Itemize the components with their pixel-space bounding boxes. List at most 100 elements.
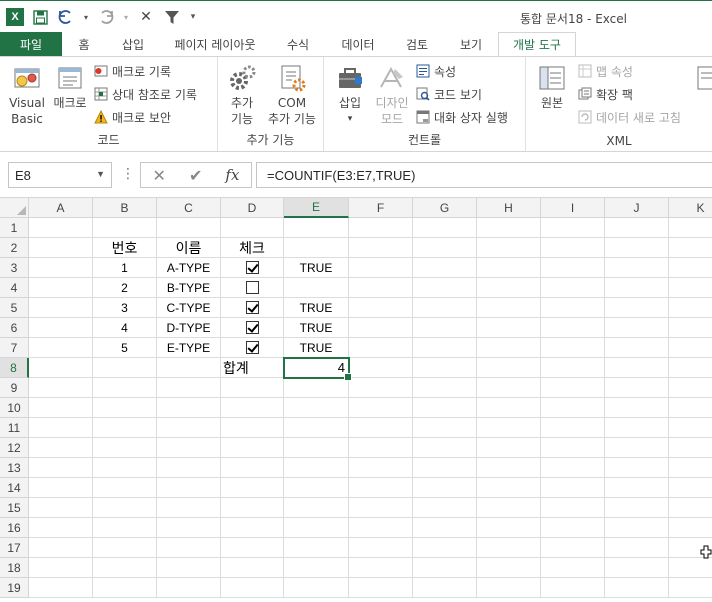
empty-cell[interactable] — [29, 358, 93, 378]
row-header-11[interactable]: 11 — [0, 418, 29, 438]
cancel-icon[interactable]: ✕ — [153, 166, 166, 185]
empty-cell[interactable] — [157, 378, 221, 398]
empty-cell[interactable] — [221, 398, 284, 418]
empty-cell[interactable] — [413, 358, 477, 378]
empty-cell[interactable] — [284, 418, 349, 438]
cell-b6[interactable]: 4 — [93, 318, 157, 338]
empty-cell[interactable] — [29, 338, 93, 358]
empty-cell[interactable] — [29, 298, 93, 318]
empty-cell[interactable] — [284, 578, 349, 598]
empty-cell[interactable] — [477, 358, 541, 378]
cell-c2-header-name[interactable]: 이름 — [157, 238, 221, 258]
empty-cell[interactable] — [605, 438, 669, 458]
view-code-button[interactable]: 코드 보기 — [416, 84, 482, 104]
empty-cell[interactable] — [605, 538, 669, 558]
empty-cell[interactable] — [413, 278, 477, 298]
empty-cell[interactable] — [605, 218, 669, 238]
refresh-data-button[interactable]: 데이터 새로 고침 — [578, 107, 681, 127]
empty-cell[interactable] — [477, 438, 541, 458]
empty-cell[interactable] — [284, 458, 349, 478]
properties-button[interactable]: 속성 — [416, 61, 456, 81]
formula-bar-grip-icon[interactable]: ⋮ — [121, 166, 135, 182]
design-mode-button[interactable]: 디자인 모드 — [372, 63, 412, 127]
cell-b5[interactable]: 3 — [93, 298, 157, 318]
empty-cell[interactable] — [413, 458, 477, 478]
cell-c7[interactable]: E-TYPE — [157, 338, 221, 358]
import-button[interactable] — [694, 63, 712, 95]
empty-cell[interactable] — [605, 318, 669, 338]
empty-cell[interactable] — [669, 418, 712, 438]
row-header-12[interactable]: 12 — [0, 438, 29, 458]
empty-cell[interactable] — [93, 418, 157, 438]
name-box[interactable]: E8 ▼ — [8, 162, 112, 188]
empty-cell[interactable] — [349, 278, 413, 298]
empty-cell[interactable] — [349, 378, 413, 398]
empty-cell[interactable] — [349, 578, 413, 598]
empty-cell[interactable] — [29, 458, 93, 478]
empty-cell[interactable] — [605, 258, 669, 278]
empty-cell[interactable] — [413, 238, 477, 258]
empty-cell[interactable] — [29, 258, 93, 278]
cell-c3[interactable]: A-TYPE — [157, 258, 221, 278]
empty-cell[interactable] — [541, 478, 605, 498]
insert-control-button[interactable]: 삽입 ▾ — [330, 63, 370, 127]
empty-cell[interactable] — [413, 378, 477, 398]
row-header-13[interactable]: 13 — [0, 458, 29, 478]
cell-b3[interactable]: 1 — [93, 258, 157, 278]
empty-cell[interactable] — [349, 338, 413, 358]
empty-cell[interactable] — [605, 518, 669, 538]
empty-cell[interactable] — [221, 418, 284, 438]
column-header-i[interactable]: I — [541, 198, 605, 218]
cell-d8-total-label[interactable]: 합계 — [221, 358, 284, 378]
empty-cell[interactable] — [349, 478, 413, 498]
empty-cell[interactable] — [157, 478, 221, 498]
empty-cell[interactable] — [477, 238, 541, 258]
empty-cell[interactable] — [29, 518, 93, 538]
column-header-a[interactable]: A — [29, 198, 93, 218]
empty-cell[interactable] — [477, 418, 541, 438]
empty-cell[interactable] — [93, 358, 157, 378]
empty-cell[interactable] — [284, 558, 349, 578]
cell-b2-header-number[interactable]: 번호 — [93, 238, 157, 258]
column-header-d[interactable]: D — [221, 198, 284, 218]
empty-cell[interactable] — [477, 518, 541, 538]
empty-cell[interactable] — [605, 338, 669, 358]
empty-cell[interactable] — [29, 278, 93, 298]
empty-cell[interactable] — [284, 238, 349, 258]
enter-check-icon[interactable]: ✔ — [189, 166, 202, 185]
empty-cell[interactable] — [477, 338, 541, 358]
empty-cell[interactable] — [157, 418, 221, 438]
column-header-k[interactable]: K — [669, 198, 712, 218]
empty-cell[interactable] — [221, 558, 284, 578]
column-header-j[interactable]: J — [605, 198, 669, 218]
empty-cell[interactable] — [477, 478, 541, 498]
empty-cell[interactable] — [349, 558, 413, 578]
tab-developer[interactable]: 개발 도구 — [498, 32, 576, 57]
empty-cell[interactable] — [93, 478, 157, 498]
cell-d7[interactable] — [221, 338, 284, 358]
empty-cell[interactable] — [541, 418, 605, 438]
addins-button[interactable]: 추가 기능 — [222, 63, 262, 127]
cell-d5[interactable] — [221, 298, 284, 318]
cell-d6[interactable] — [221, 318, 284, 338]
empty-cell[interactable] — [669, 338, 712, 358]
empty-cell[interactable] — [605, 458, 669, 478]
empty-cell[interactable] — [349, 258, 413, 278]
empty-cell[interactable] — [541, 238, 605, 258]
macro-security-button[interactable]: 매크로 보안 — [94, 107, 171, 127]
empty-cell[interactable] — [29, 478, 93, 498]
row-header-17[interactable]: 17 — [0, 538, 29, 558]
cell-d2-header-check[interactable]: 체크 — [221, 238, 284, 258]
row-header-1[interactable]: 1 — [0, 218, 29, 238]
empty-cell[interactable] — [605, 238, 669, 258]
cell-e4[interactable] — [284, 278, 349, 298]
empty-cell[interactable] — [669, 298, 712, 318]
empty-cell[interactable] — [284, 218, 349, 238]
com-addins-button[interactable]: COM 추가 기능 — [264, 63, 320, 127]
empty-cell[interactable] — [29, 218, 93, 238]
empty-cell[interactable] — [541, 218, 605, 238]
empty-cell[interactable] — [669, 218, 712, 238]
tab-review[interactable]: 검토 — [390, 32, 444, 56]
empty-cell[interactable] — [605, 478, 669, 498]
empty-cell[interactable] — [541, 438, 605, 458]
